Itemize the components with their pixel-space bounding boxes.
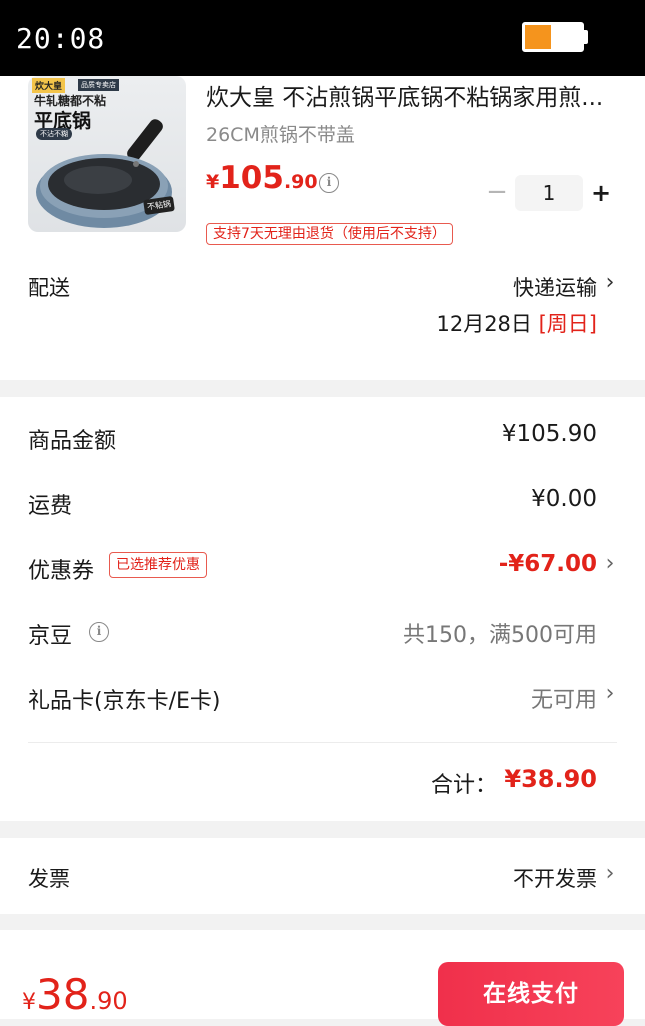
footer-price-decimal: .90 [89, 987, 128, 1015]
return-policy-badge: 支持7天无理由退货（使用后不支持） [206, 223, 453, 245]
delivery-date: 12月28日 [周日] [436, 308, 597, 338]
price-decimal: .90 [283, 171, 318, 193]
gift-card-label: 礼品卡(京东卡/E卡) [28, 689, 221, 714]
battery-level [525, 25, 551, 49]
invoice-value[interactable]: 不开发票 [513, 863, 597, 893]
total-value: ¥38.90 [504, 765, 597, 793]
delivery-chevron-right-icon[interactable]: › [603, 270, 617, 295]
delivery-label: 配送 [28, 276, 70, 300]
coupon-recommended-badge: 已选推荐优惠 [109, 552, 207, 578]
jingdou-label: 京豆 [28, 624, 73, 649]
price-currency: ¥ [206, 171, 220, 193]
quantity-increase-button[interactable]: + [589, 176, 613, 212]
goods-amount-value: ¥105.90 [501, 421, 597, 447]
summary-divider [28, 742, 617, 743]
invoice-chevron-right-icon[interactable]: › [603, 861, 617, 886]
quantity-input[interactable]: 1 [515, 175, 583, 211]
gift-card-chevron-right-icon[interactable]: › [603, 681, 617, 706]
footer-price-integer: 38 [36, 970, 90, 1019]
quantity-decrease-button[interactable]: − [486, 176, 508, 212]
coupon-value[interactable]: -¥67.00 [499, 551, 597, 577]
pay-online-button[interactable]: 在线支付 [438, 962, 624, 1026]
delivery-method[interactable]: 快递运输 [513, 272, 597, 302]
gift-card-value[interactable]: 无可用 [531, 682, 597, 714]
battery-icon [522, 22, 584, 52]
coupon-label: 优惠券 [28, 559, 95, 584]
footer-total-price: ¥38.90 [22, 970, 128, 1019]
product-title[interactable]: 炊大皇 不沾煎锅平底锅不粘锅家用煎... [206, 78, 606, 112]
battery-tip [584, 30, 588, 44]
delivery-date-text: 12月28日 [436, 312, 532, 336]
price-info-icon[interactable]: i [319, 173, 339, 193]
invoice-card[interactable]: 发票 不开发票 › [0, 838, 645, 914]
footer-price-currency: ¥ [22, 990, 36, 1015]
jingdou-value: 共150，满500可用 [403, 623, 597, 648]
jingdou-info-icon[interactable]: i [89, 622, 109, 642]
shipping-value: ¥0.00 [531, 486, 597, 512]
status-time: 20:08 [16, 22, 106, 55]
goods-amount-label: 商品金额 [28, 429, 117, 454]
product-card: 炊大皇 品质专卖店 牛轧糖都不粘 平底锅 不沾不糊 不粘锅 炊大皇 不沾煎锅平底… [0, 76, 645, 380]
product-spec[interactable]: 26CM煎锅不带盖 [206, 120, 355, 147]
product-image[interactable]: 炊大皇 品质专卖店 牛轧糖都不粘 平底锅 不沾不糊 不粘锅 [28, 76, 186, 232]
coupon-chevron-right-icon[interactable]: › [603, 551, 617, 576]
total-label: 合计： [430, 773, 497, 798]
order-summary-card: 商品金额 ¥105.90 运费 ¥0.00 优惠券 已选推荐优惠 -¥67.00… [0, 397, 645, 821]
shipping-label: 运费 [28, 494, 73, 519]
product-price: ¥105.90 [206, 160, 318, 196]
status-bar: 20:08 [0, 0, 645, 76]
checkout-footer: ¥38.90 在线支付 [0, 930, 645, 1026]
delivery-weekday: [周日] [538, 312, 597, 336]
invoice-label: 发票 [28, 867, 70, 891]
price-integer: 105 [219, 160, 284, 196]
